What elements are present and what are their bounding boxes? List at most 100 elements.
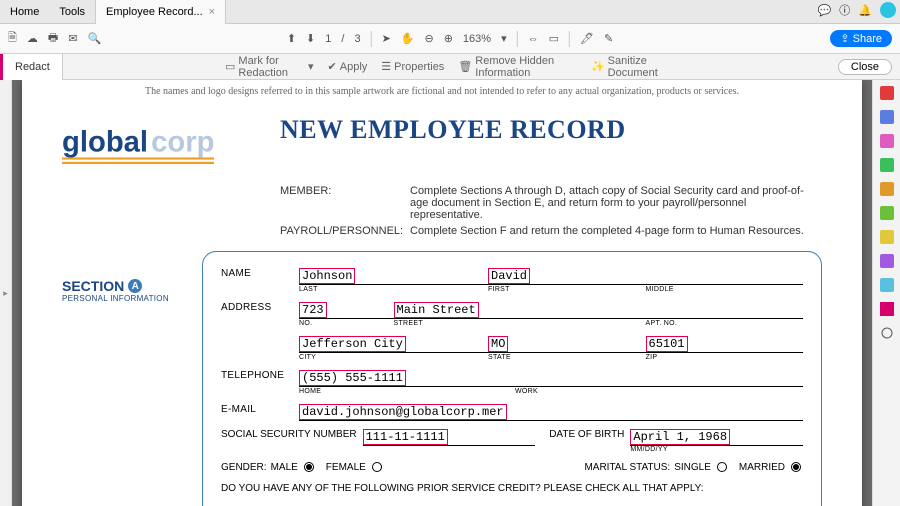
sanitize-icon: ✨ bbox=[591, 60, 605, 73]
sub-first: FIRST bbox=[488, 286, 646, 293]
separator bbox=[371, 31, 372, 47]
create-pdf-icon[interactable] bbox=[880, 110, 894, 124]
redact-tool-icon[interactable] bbox=[880, 254, 894, 268]
export-pdf-icon[interactable] bbox=[880, 86, 894, 100]
label-name: NAME bbox=[221, 266, 299, 279]
share-button[interactable]: ⇪ Share bbox=[830, 30, 892, 47]
avatar[interactable] bbox=[880, 2, 896, 18]
gender-marital-row: GENDER: MALE FEMALE MARITAL STATUS: SING… bbox=[221, 462, 803, 473]
left-gutter[interactable]: ▸ bbox=[0, 80, 12, 506]
mark-icon: ▭ bbox=[225, 60, 235, 73]
page-up-icon[interactable]: ⬆ bbox=[287, 32, 296, 45]
field-last: Johnson bbox=[299, 268, 355, 284]
fit-page-icon[interactable]: ▭ bbox=[549, 32, 559, 45]
pointer-icon[interactable]: ➤ bbox=[382, 32, 391, 45]
zoom-in-icon[interactable]: ⊕ bbox=[444, 32, 453, 45]
page-down-icon[interactable]: ⬇ bbox=[306, 32, 315, 45]
right-tool-rail bbox=[872, 80, 900, 506]
tab-tools[interactable]: Tools bbox=[49, 0, 95, 24]
chat-icon[interactable]: 💬 bbox=[818, 4, 832, 17]
section-badge: A bbox=[128, 279, 142, 293]
remove-icon: 🗑 bbox=[458, 60, 472, 73]
sub-apt: APT. NO. bbox=[646, 320, 804, 327]
sign-tool-icon[interactable] bbox=[880, 302, 894, 316]
share-label: Share bbox=[853, 33, 882, 45]
member-label: MEMBER: bbox=[280, 185, 410, 221]
apply-button[interactable]: ✔Apply bbox=[328, 60, 368, 73]
mark-redaction-button[interactable]: ▭Mark for Redaction▾ bbox=[225, 55, 314, 79]
prior-service-question: DO YOU HAVE ANY OF THE FOLLOWING PRIOR S… bbox=[221, 483, 803, 494]
sub-zip: ZIP bbox=[646, 354, 804, 361]
label-married: MARRIED bbox=[739, 462, 785, 473]
separator bbox=[569, 31, 570, 47]
section-header: SECTION A PERSONAL INFORMATION bbox=[62, 278, 169, 303]
label-dob: DATE OF BIRTH bbox=[549, 429, 624, 446]
edit-pdf-icon[interactable] bbox=[880, 134, 894, 148]
field-work-phone bbox=[515, 379, 519, 381]
page-header: global corp NEW EMPLOYEE RECORD bbox=[62, 115, 822, 175]
sub-last: LAST bbox=[299, 286, 488, 293]
field-home-phone: (555) 555-1111 bbox=[299, 370, 406, 386]
hand-icon[interactable]: ✋ bbox=[401, 32, 415, 45]
properties-button[interactable]: ☰Properties bbox=[381, 60, 444, 73]
tab-file[interactable]: Employee Record... × bbox=[95, 0, 226, 24]
radio-single[interactable] bbox=[717, 462, 727, 472]
redact-ribbon: Redact ▭Mark for Redaction▾ ✔Apply ☰Prop… bbox=[0, 54, 900, 80]
tab-file-label: Employee Record... bbox=[106, 6, 203, 18]
search-icon[interactable]: 🔍 bbox=[87, 32, 101, 45]
page-current: 1 bbox=[325, 33, 331, 45]
ribbon-tools: ▭Mark for Redaction▾ ✔Apply ☰Properties … bbox=[225, 55, 675, 79]
zoom-out-icon[interactable]: ⊖ bbox=[424, 32, 433, 45]
remove-hidden-button[interactable]: 🗑Remove Hidden Information bbox=[458, 55, 577, 79]
remove-label: Remove Hidden Information bbox=[475, 55, 577, 79]
sanitize-button[interactable]: ✨Sanitize Document bbox=[591, 55, 675, 79]
mark-label: Mark for Redaction bbox=[238, 55, 305, 79]
organize-icon[interactable] bbox=[880, 182, 894, 196]
document-area[interactable]: The names and logo designs referred to i… bbox=[12, 80, 872, 506]
radio-married[interactable] bbox=[791, 462, 801, 472]
payroll-text: Complete Section F and return the comple… bbox=[410, 225, 822, 237]
print-icon[interactable]: 🖶 bbox=[48, 29, 58, 48]
comment-icon[interactable] bbox=[880, 158, 894, 172]
chevron-down-icon[interactable]: ▾ bbox=[501, 32, 507, 45]
save-icon[interactable]: 🗎 bbox=[8, 29, 17, 48]
cloud-icon[interactable]: ☁ bbox=[27, 32, 38, 45]
section-word: SECTION bbox=[62, 278, 124, 294]
close-icon[interactable]: × bbox=[209, 6, 215, 18]
field-ssn: 111-11-1111 bbox=[363, 429, 448, 445]
svg-text:corp: corp bbox=[151, 127, 214, 159]
radio-male[interactable] bbox=[304, 462, 314, 472]
more-tools-icon[interactable] bbox=[880, 326, 894, 340]
sign-icon[interactable]: ✎ bbox=[604, 32, 613, 45]
radio-female[interactable] bbox=[372, 462, 382, 472]
top-right-icons: 💬 ⓘ 🔔 bbox=[818, 2, 896, 18]
field-apt bbox=[646, 311, 650, 313]
protect-icon[interactable] bbox=[880, 278, 894, 292]
zoom-value[interactable]: 163% bbox=[463, 33, 491, 45]
share-icon: ⇪ bbox=[840, 33, 852, 45]
help-icon[interactable]: ⓘ bbox=[839, 2, 850, 18]
sub-city: CITY bbox=[299, 354, 488, 361]
label-address: ADDRESS bbox=[221, 300, 299, 313]
pdf-page: The names and logo designs referred to i… bbox=[22, 80, 862, 506]
sub-state: STATE bbox=[488, 354, 646, 361]
fit-width-icon[interactable]: ⇔ bbox=[528, 33, 539, 45]
field-city: Jefferson City bbox=[299, 336, 406, 352]
section-subtitle: PERSONAL INFORMATION bbox=[62, 294, 169, 303]
label-email: E-MAIL bbox=[221, 402, 299, 415]
separator bbox=[517, 31, 518, 47]
highlight-icon[interactable]: 🖊 bbox=[580, 32, 594, 45]
mail-icon[interactable]: ✉ bbox=[68, 32, 77, 45]
member-text: Complete Sections A through D, attach co… bbox=[410, 185, 822, 221]
redact-tab[interactable]: Redact bbox=[0, 54, 63, 80]
tab-home[interactable]: Home bbox=[0, 0, 49, 24]
form-section-a: NAME Johnson David LAST FIRST MIDDLE bbox=[202, 251, 822, 506]
combine-icon[interactable] bbox=[880, 206, 894, 220]
bell-icon[interactable]: 🔔 bbox=[858, 4, 872, 17]
properties-icon: ☰ bbox=[381, 60, 391, 73]
label-female: FEMALE bbox=[326, 462, 366, 473]
compress-icon[interactable] bbox=[880, 230, 894, 244]
svg-text:global: global bbox=[62, 127, 148, 159]
field-state: MO bbox=[488, 336, 508, 352]
close-button[interactable]: Close bbox=[838, 59, 892, 75]
